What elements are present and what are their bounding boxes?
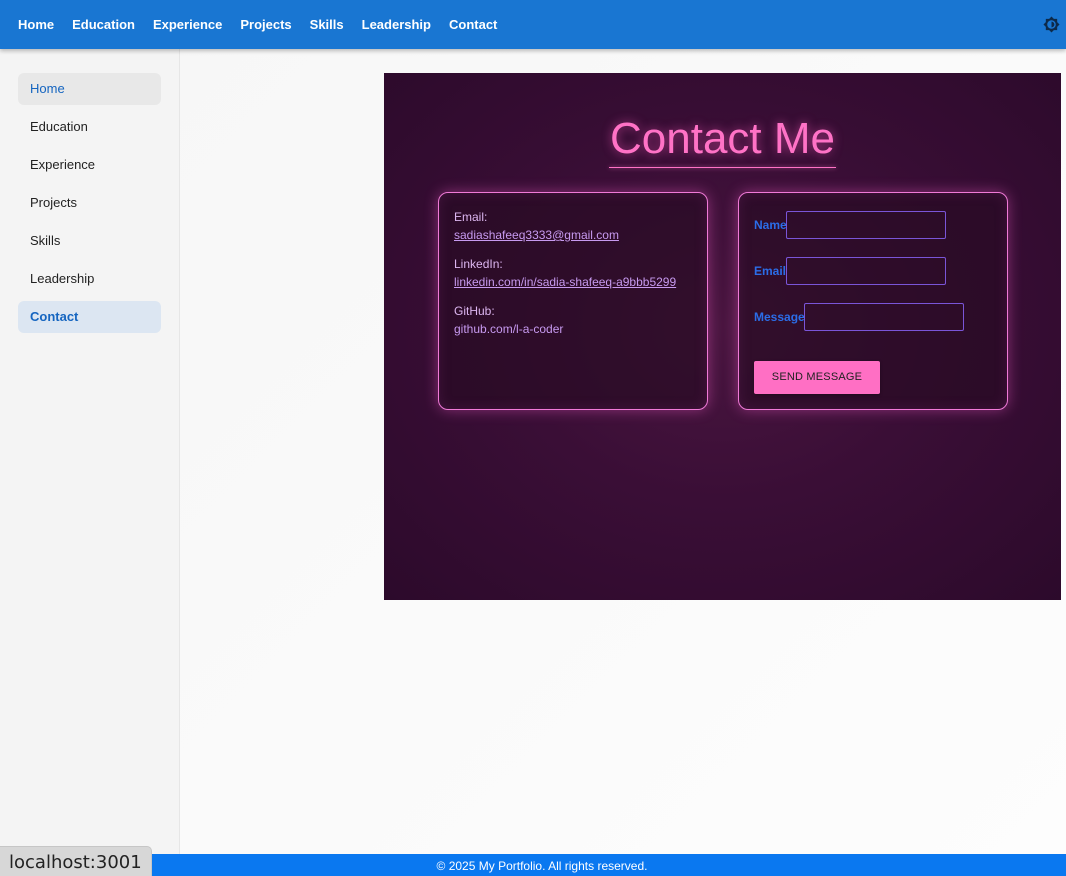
sidebar-item-projects[interactable]: Projects [18, 187, 161, 219]
message-label: Message [754, 310, 805, 324]
nav-education[interactable]: Education [63, 0, 144, 49]
contact-title: Contact Me [610, 114, 835, 163]
contact-section: Contact Me Email: sadiashafeeq3333@gmail… [384, 73, 1061, 600]
email-input[interactable] [786, 257, 946, 285]
sidebar-item-experience[interactable]: Experience [18, 149, 161, 181]
message-input[interactable] [804, 303, 964, 331]
contact-info-card: Email: sadiashafeeq3333@gmail.com Linked… [438, 192, 708, 410]
nav-projects[interactable]: Projects [231, 0, 300, 49]
sidebar-item-contact[interactable]: Contact [18, 301, 161, 333]
linkedin-link[interactable]: linkedin.com/in/sadia-shafeeq-a9bbb5299 [454, 275, 676, 289]
brightness-icon[interactable] [1043, 16, 1060, 33]
sidebar-item-home[interactable]: Home [18, 73, 161, 105]
title-underline [609, 167, 836, 168]
sidebar-item-education[interactable]: Education [18, 111, 161, 143]
email-link[interactable]: sadiashafeeq3333@gmail.com [454, 228, 619, 242]
footer: © 2025 My Portfolio. All rights reserved… [0, 854, 1066, 876]
top-app-bar: Home Education Experience Projects Skill… [0, 0, 1066, 49]
contact-form: Name Email Message SEND MESSAGE [738, 192, 1008, 410]
nav-skills[interactable]: Skills [301, 0, 353, 49]
sidebar: Home Education Experience Projects Skill… [0, 49, 180, 854]
send-message-button[interactable]: SEND MESSAGE [754, 361, 880, 394]
sidebar-item-skills[interactable]: Skills [18, 225, 161, 257]
nav-leadership[interactable]: Leadership [353, 0, 440, 49]
status-url-tooltip: localhost:3001 [0, 846, 152, 876]
github-link[interactable]: github.com/l-a-coder [454, 322, 563, 336]
nav-contact[interactable]: Contact [440, 0, 506, 49]
github-label: GitHub: [454, 304, 495, 318]
name-label: Name [754, 218, 787, 232]
nav-experience[interactable]: Experience [144, 0, 231, 49]
nav-home[interactable]: Home [9, 0, 63, 49]
sidebar-item-leadership[interactable]: Leadership [18, 263, 161, 295]
email-field-label: Email [754, 264, 787, 278]
email-label: Email: [454, 210, 488, 224]
linkedin-label: LinkedIn: [454, 257, 503, 271]
name-input[interactable] [786, 211, 946, 239]
